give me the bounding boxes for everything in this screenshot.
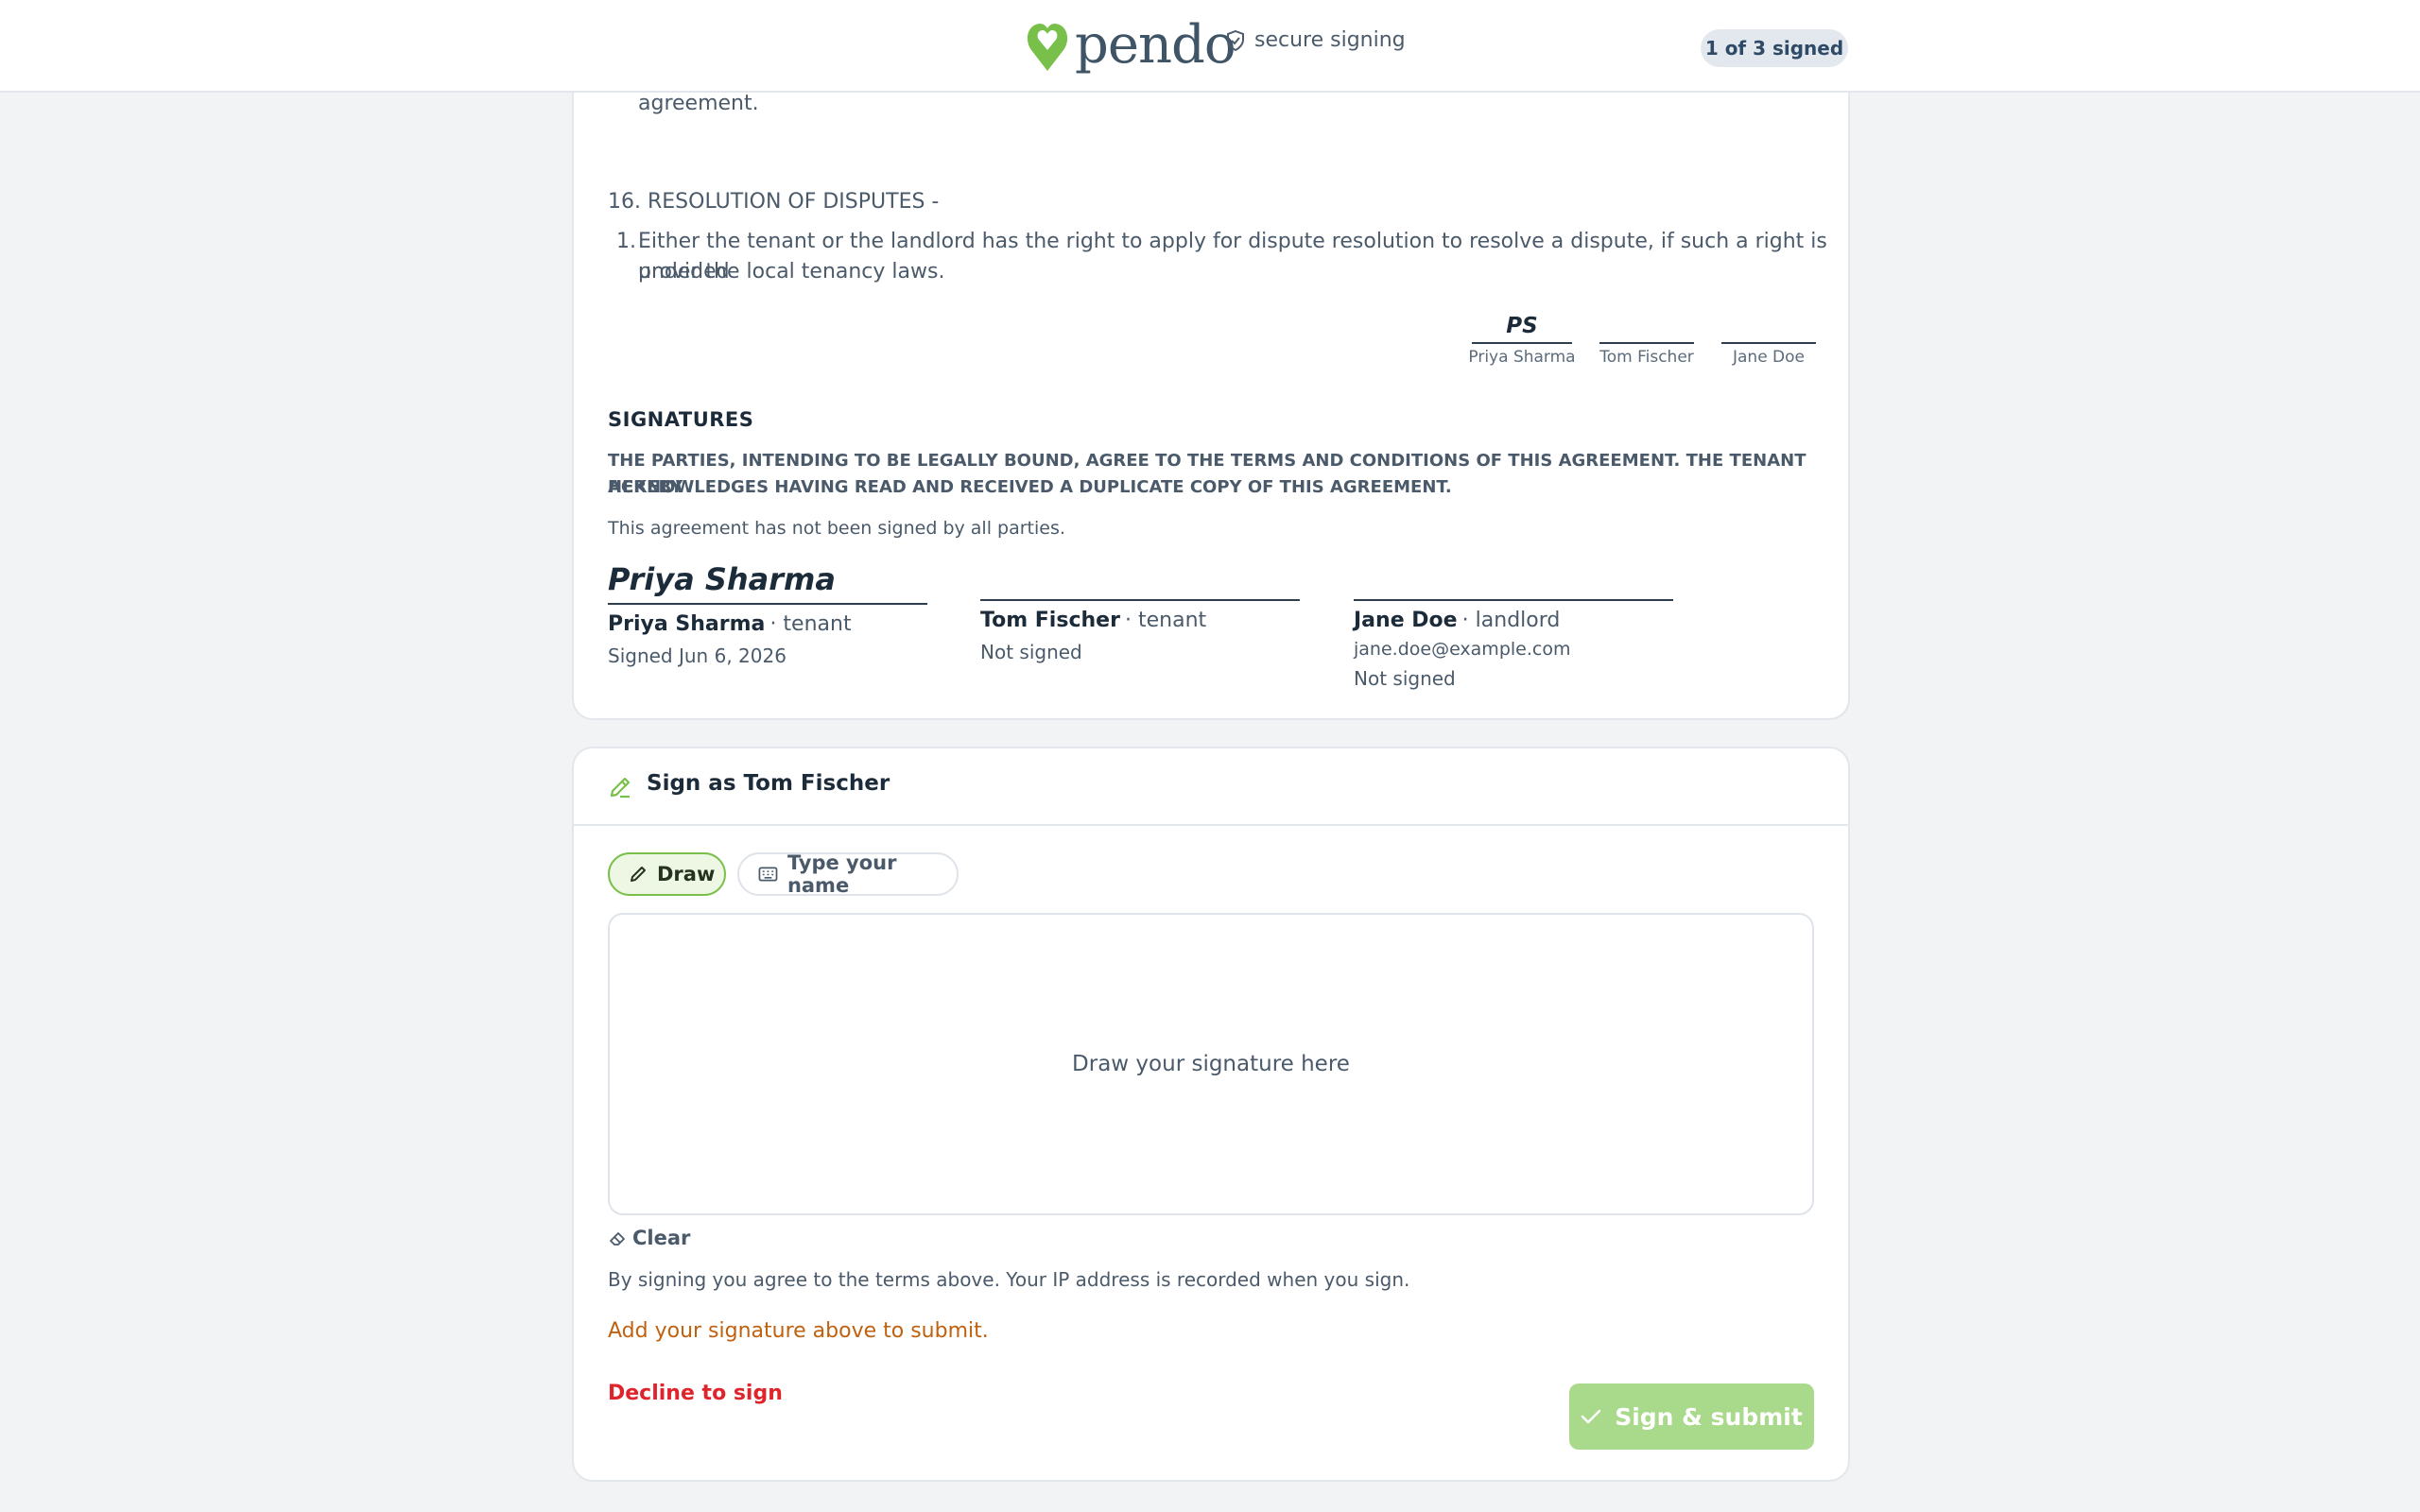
clause-16-item-number: 1. (616, 230, 636, 253)
party-name: Jane Doe (1354, 609, 1458, 632)
party-label: Tom Fischer · tenant (980, 609, 1206, 632)
signed-status-badge: 1 of 3 signed (1701, 29, 1848, 67)
brand-name: pendo (1075, 14, 1236, 76)
party-signature-line (1354, 558, 1673, 601)
eraser-icon (610, 1232, 625, 1246)
clear-label: Clear (632, 1227, 691, 1249)
secure-signing-label: secure signing (1226, 28, 1406, 52)
shield-check-icon (1227, 29, 1244, 51)
initials-box-jane (1721, 310, 1816, 344)
tab-type-label: Type your name (786, 851, 897, 897)
party-signature-line (980, 558, 1300, 601)
initials-name: Jane Doe (1732, 348, 1806, 367)
party-status: Signed Jun 6, 2026 (608, 644, 786, 667)
initials-box-tom[interactable] (1599, 310, 1694, 344)
sign-panel: Sign as Tom Fischer Draw Type your name … (572, 747, 1850, 1482)
signature-pad-placeholder: Draw your signature here (1072, 1052, 1350, 1076)
sign-and-submit-button[interactable]: Sign & submit (1569, 1383, 1814, 1450)
party-role: · tenant (1125, 609, 1207, 632)
top-bar: pendo secure signing 1 of 3 signed (0, 0, 2420, 93)
signature-draw-pad[interactable]: Draw your signature here (608, 913, 1814, 1215)
check-icon (1581, 1409, 1601, 1424)
sign-and-submit-label: Sign & submit (1615, 1402, 1803, 1431)
clear-button[interactable]: Clear (608, 1227, 690, 1249)
clause-16-item-text-cont: under the local tenancy laws. (638, 260, 945, 284)
consent-text: By signing you agree to the terms above.… (608, 1268, 1410, 1291)
initials-name: Priya Sharma (1468, 348, 1576, 367)
previous-clause-tail: agreement. (638, 92, 759, 115)
keyboard-icon (758, 867, 778, 882)
sign-panel-title: Sign as Tom Fischer (647, 771, 890, 796)
party-label: Priya Sharma · tenant (608, 612, 852, 636)
initials-name: Tom Fischer (1599, 348, 1694, 367)
clause-16-heading: 16. RESOLUTION OF DISPUTES - (608, 190, 940, 214)
pencil-icon (610, 777, 631, 799)
signatures-statement-cont: ACKNOWLEDGES HAVING READ AND RECEIVED A … (608, 477, 1452, 497)
tab-type-name[interactable]: Type your name (737, 851, 959, 897)
party-role: · tenant (769, 612, 852, 636)
party-status: Not signed (1354, 667, 1456, 690)
pendo-heart-logo-icon (1027, 24, 1068, 71)
party-name: Priya Sharma (608, 612, 766, 636)
sign-panel-header: Sign as Tom Fischer (574, 748, 1848, 826)
secure-signing-text: secure signing (1254, 28, 1406, 52)
party-status: Not signed (980, 641, 1082, 663)
party-name: Tom Fischer (980, 609, 1120, 632)
signatures-status-note: This agreement has not been signed by al… (608, 518, 1065, 539)
brand: pendo (1026, 15, 1236, 76)
initials-value: PS (1472, 310, 1572, 344)
party-email: jane.doe@example.com (1354, 639, 1571, 660)
agreement-document: agreement. 16. RESOLUTION OF DISPUTES - … (572, 66, 1850, 720)
tab-draw[interactable]: Draw (608, 852, 726, 896)
signature-required-warning: Add your signature above to submit. (608, 1319, 989, 1343)
party-signature: Priya Sharma (608, 558, 927, 605)
signatures-heading: SIGNATURES (608, 408, 754, 431)
tab-draw-label: Draw (657, 863, 716, 885)
initials-box-priya: PS (1472, 310, 1572, 344)
pencil-icon (631, 867, 646, 882)
decline-to-sign-link[interactable]: Decline to sign (608, 1382, 783, 1405)
party-label: Jane Doe · landlord (1354, 609, 1560, 632)
party-role: · landlord (1461, 609, 1561, 632)
